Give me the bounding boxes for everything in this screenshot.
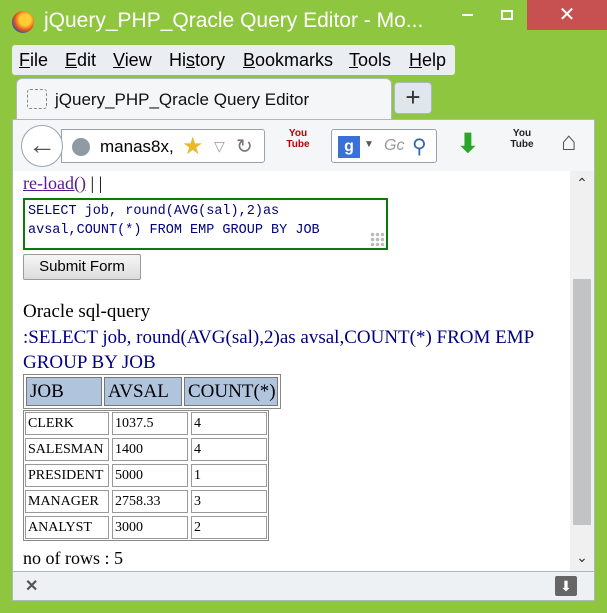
table-cell: 4: [191, 412, 267, 435]
download-manager-icon[interactable]: ⬇: [555, 576, 577, 596]
table-cell: CLERK: [25, 412, 109, 435]
search-engine-dropdown-icon[interactable]: ▼: [364, 139, 374, 150]
youtube-icon[interactable]: You Tube: [285, 128, 311, 158]
reload-link[interactable]: re-load(): [23, 173, 86, 193]
scrollbar-thumb[interactable]: [573, 279, 591, 525]
back-button[interactable]: ←: [21, 125, 63, 167]
menu-help[interactable]: Help: [409, 50, 446, 71]
table-cell: PRESIDENT: [25, 464, 109, 487]
close-addon-bar-icon[interactable]: ✕: [25, 576, 38, 596]
tab-label: jQuery_PHP_Qracle Query Editor: [55, 90, 310, 109]
link-row: re-load() | |: [23, 173, 102, 194]
url-text: manas8x,: [100, 137, 174, 156]
new-tab-button[interactable]: +: [394, 82, 432, 114]
header-cell-job: JOB: [26, 377, 102, 406]
sql-query-textarea[interactable]: SELECT job, round(AVG(sal),2)as avsal,CO…: [23, 198, 388, 250]
home-icon[interactable]: ⌂: [561, 126, 577, 157]
close-window-button[interactable]: ✕: [527, 0, 607, 30]
row-count-text: no of rows : 5: [23, 548, 123, 568]
scroll-down-arrow-icon[interactable]: ⌄: [570, 549, 594, 566]
url-bar[interactable]: manas8x, ★ ▽ ↻: [61, 129, 265, 163]
query-echo-text: :SELECT job, round(AVG(sal),2)as avsal,C…: [23, 327, 534, 373]
menu-history[interactable]: History: [169, 50, 225, 71]
history-dropdown-icon[interactable]: ▽: [214, 138, 225, 155]
youtube-downloader-icon[interactable]: You Tube: [509, 128, 535, 158]
minimize-icon: [461, 13, 473, 16]
table-cell: 1: [191, 464, 267, 487]
table-cell: MANAGER: [25, 490, 109, 513]
header-row: JOB AVSAL COUNT(*): [26, 377, 278, 406]
reload-icon[interactable]: ↻: [236, 134, 253, 159]
table-row: PRESIDENT 5000 1: [25, 464, 267, 487]
title-bar: jQuery_PHP_Qracle Query Editor - Mo... ✕: [0, 0, 607, 44]
table-cell: 5000: [112, 464, 188, 487]
table-cell: 3: [191, 490, 267, 513]
vertical-scrollbar[interactable]: ⌃ ⌄: [570, 171, 594, 571]
page-content: re-load() | | SELECT job, round(AVG(sal)…: [12, 171, 595, 571]
firefox-icon: [12, 11, 34, 33]
window-title: jQuery_PHP_Qracle Query Editor - Mo...: [44, 9, 424, 32]
table-cell: 2758.33: [112, 490, 188, 513]
search-input[interactable]: Gc: [384, 137, 404, 155]
header-cell-count: COUNT(*): [184, 377, 278, 406]
navigation-bar: manas8x, ★ ▽ ↻ ← You Tube g ▼ Gc ⚲ ⬇ You…: [12, 119, 595, 171]
table-row: MANAGER 2758.33 3: [25, 490, 267, 513]
scroll-up-arrow-icon[interactable]: ⌃: [570, 175, 594, 192]
header-cell-avsal: AVSAL: [104, 377, 182, 406]
tab-query-editor[interactable]: jQuery_PHP_Qracle Query Editor: [16, 78, 392, 120]
search-icon[interactable]: ⚲: [412, 134, 427, 159]
table-cell: 1400: [112, 438, 188, 461]
google-search-engine-icon[interactable]: g: [338, 136, 360, 158]
table-cell: SALESMAN: [25, 438, 109, 461]
search-box[interactable]: g ▼ Gc ⚲: [331, 129, 437, 163]
sql-query-text: SELECT job, round(AVG(sal),2)as avsal,CO…: [28, 204, 320, 238]
table-cell: ANALYST: [25, 516, 109, 539]
table-row: ANALYST 3000 2: [25, 516, 267, 539]
globe-icon: [72, 138, 90, 156]
table-row: CLERK 1037.5 4: [25, 412, 267, 435]
table-cell: 2: [191, 516, 267, 539]
addon-bar: ✕ ⬇: [12, 571, 595, 601]
oracle-query-heading: Oracle sql-query: [23, 301, 151, 322]
submit-form-button[interactable]: Submit Form: [23, 254, 141, 280]
page-favicon-icon: [27, 89, 47, 109]
maximize-button[interactable]: [492, 0, 522, 30]
link-separators: | |: [85, 173, 103, 193]
results-table: CLERK 1037.5 4 SALESMAN 1400 4 PRESIDENT…: [23, 410, 269, 541]
back-arrow-icon: ←: [28, 129, 56, 160]
menu-tools[interactable]: Tools: [349, 50, 391, 71]
table-cell: 1037.5: [112, 412, 188, 435]
download-arrow-icon[interactable]: ⬇: [457, 128, 479, 159]
resize-grip-icon[interactable]: [370, 232, 384, 246]
results-header-table: JOB AVSAL COUNT(*): [23, 374, 281, 409]
menu-file[interactable]: File: [19, 50, 48, 71]
menu-bookmarks[interactable]: Bookmarks: [243, 50, 333, 71]
menu-edit[interactable]: Edit: [65, 50, 96, 71]
menu-view[interactable]: View: [113, 50, 152, 71]
menu-bar: File Edit View History Bookmarks Tools H…: [12, 45, 455, 75]
table-row: SALESMAN 1400 4: [25, 438, 267, 461]
maximize-icon: [501, 9, 513, 20]
bookmark-star-icon[interactable]: ★: [182, 132, 204, 161]
minimize-button[interactable]: [452, 0, 482, 30]
table-cell: 4: [191, 438, 267, 461]
table-cell: 3000: [112, 516, 188, 539]
